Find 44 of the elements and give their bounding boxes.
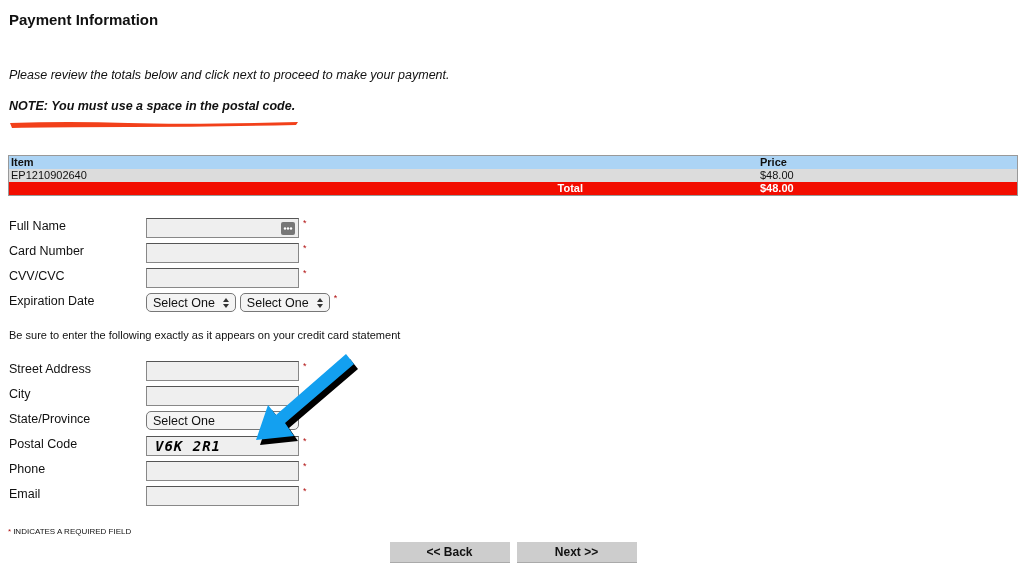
- required-mark: *: [8, 527, 12, 537]
- page-title: Payment Information: [9, 10, 160, 30]
- required-mark: *: [333, 293, 338, 303]
- nav-button[interactable]: Next >>: [516, 542, 637, 563]
- field-label: CVV/CVC: [8, 268, 66, 284]
- updown-icon: [222, 297, 229, 308]
- updown-icon: [316, 297, 323, 308]
- table-cell: $48.00: [758, 182, 1018, 196]
- field-label: Expiration Date: [8, 293, 96, 309]
- required-mark: *: [303, 436, 307, 446]
- input-field[interactable]: [146, 461, 299, 481]
- required-mark: *: [303, 461, 307, 471]
- table-cell: Total: [8, 182, 758, 196]
- field-label: Email: [8, 486, 42, 502]
- field-label: State/Province: [8, 411, 92, 427]
- footnote-text: INDICATES A REQUIRED FIELD: [13, 527, 132, 537]
- column-header: Price: [758, 155, 1018, 169]
- more-icon[interactable]: [281, 221, 295, 235]
- dropdown[interactable]: Select One: [239, 293, 330, 312]
- nav-button[interactable]: << Back: [389, 542, 510, 563]
- field-label: City: [8, 386, 32, 402]
- field-label: Card Number: [8, 243, 86, 259]
- note-text: NOTE: You must use a space in the postal code.: [9, 99, 297, 113]
- input-field[interactable]: [146, 486, 299, 506]
- table-cell: $48.00: [758, 169, 1018, 182]
- field-label: Street Address: [8, 361, 92, 377]
- required-mark: *: [303, 361, 307, 371]
- input-field[interactable]: [146, 243, 299, 263]
- input-field[interactable]: [146, 361, 299, 381]
- required-mark: *: [303, 218, 307, 228]
- hint-text: Be sure to enter the following exactly as it appears on your credit card statement: [9, 329, 402, 341]
- intro-text: Please review the totals below and click next to proceed to make your payment.: [9, 68, 451, 82]
- field-label: Phone: [8, 461, 47, 477]
- table-cell: EP1210902640: [8, 169, 758, 182]
- column-header: Item: [8, 155, 758, 169]
- dropdown[interactable]: Select One: [146, 293, 236, 312]
- input-field[interactable]: [146, 218, 299, 238]
- required-mark: *: [303, 268, 307, 278]
- field-label: Full Name: [8, 218, 67, 234]
- required-mark: *: [303, 486, 307, 496]
- input-field[interactable]: [146, 268, 299, 288]
- required-mark: *: [303, 243, 307, 253]
- field-label: Postal Code: [8, 436, 79, 452]
- input-field[interactable]: [146, 386, 299, 406]
